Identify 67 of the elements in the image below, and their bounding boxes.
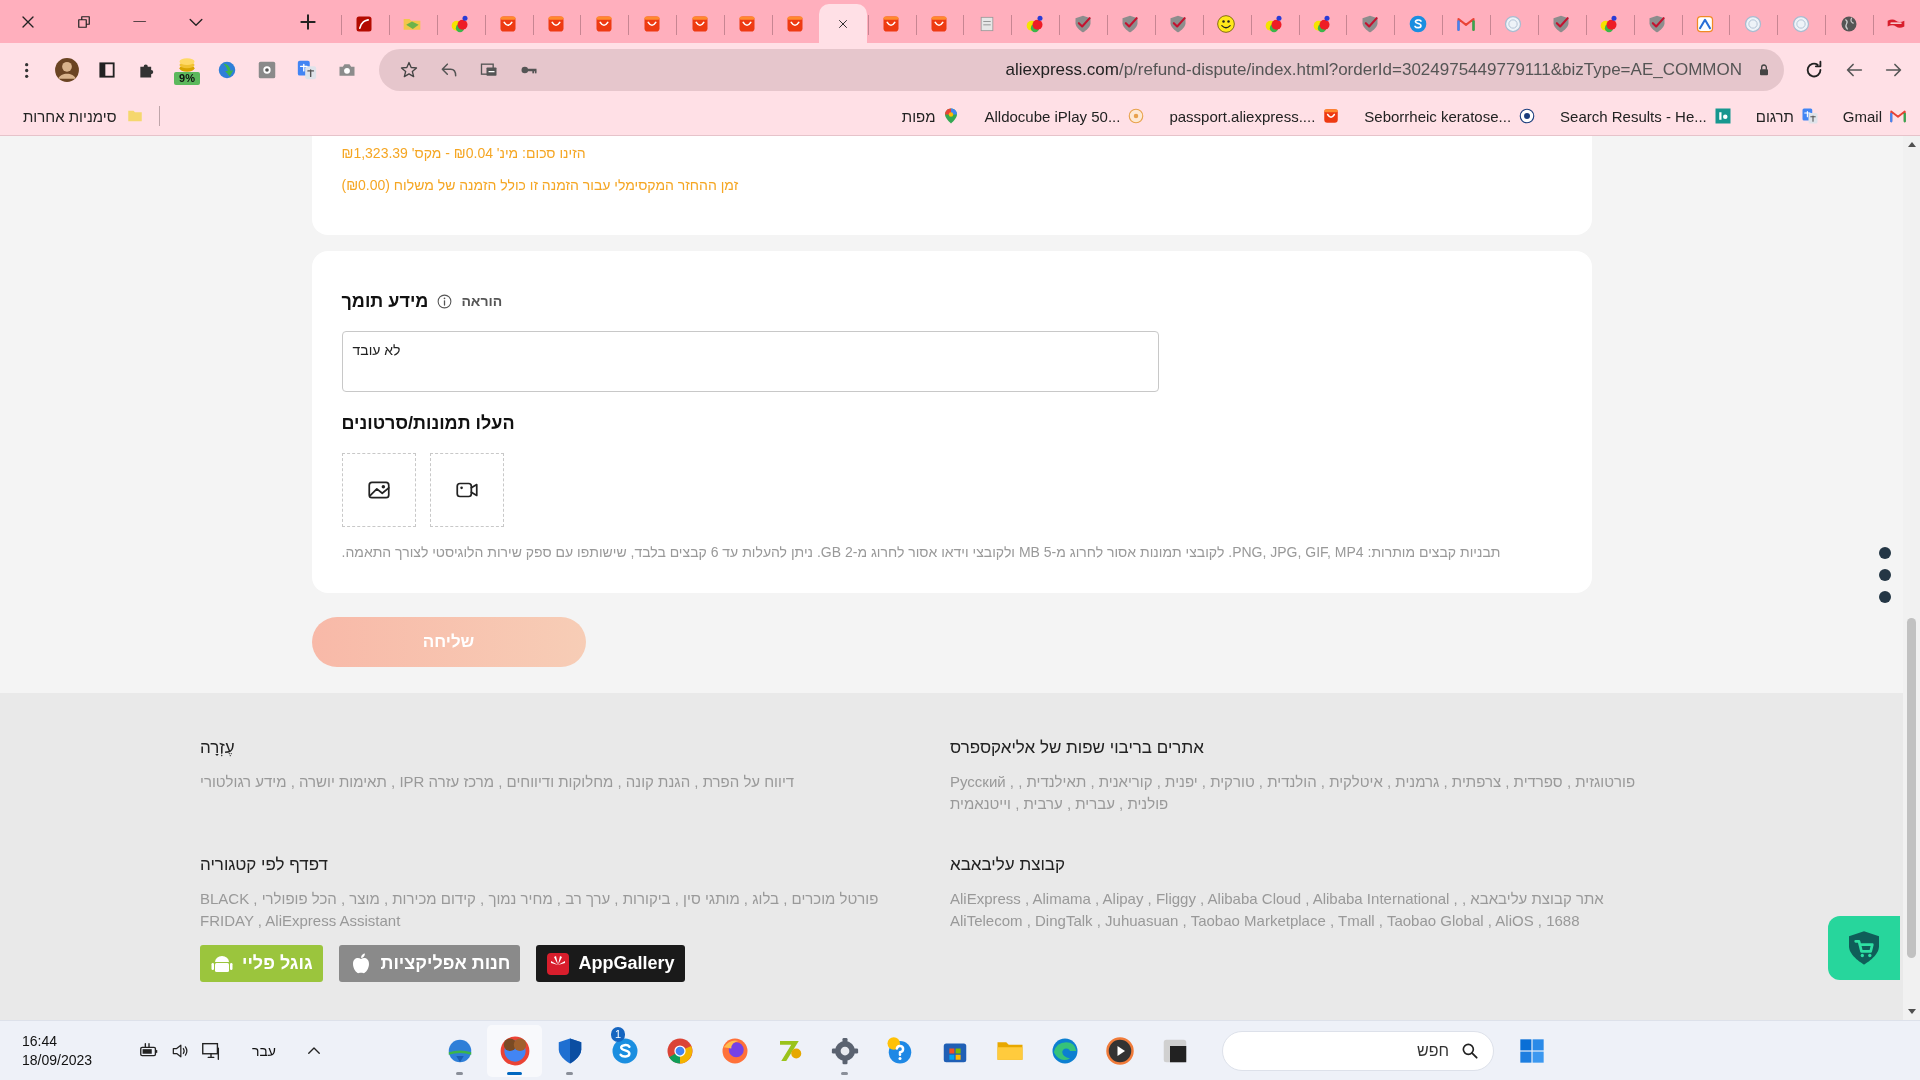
plus-icon bbox=[298, 11, 318, 32]
square-logo-icon bbox=[1713, 107, 1732, 125]
menu-icon bbox=[25, 62, 29, 78]
chat-icon bbox=[1407, 13, 1428, 34]
refund-note: זמן ההחזר המקסימלי עבור הזמנה זו כולל הזמנה של משלוח (₪0.00) bbox=[341, 176, 739, 195]
extension-button[interactable]: 9% bbox=[167, 50, 207, 90]
image-upload-button[interactable] bbox=[341, 453, 416, 527]
badge-icon bbox=[1694, 13, 1715, 34]
instruction-link[interactable]: הוראה bbox=[461, 293, 503, 309]
footer-heading: דפדף לפי קטגוריה bbox=[200, 854, 328, 876]
amount-hint: הזינו סכום: מינ' ₪0.04 - מקס' ₪1,323.39 bbox=[341, 144, 586, 163]
upload-hint: תבניות קבצים מותרות: PNG, JPG, GIF, MP4. לקובצי תמונות אסור לחרוג מ-5 MB ולקובצי וידאו אסור לחרוג מ-2 GB. ניתן להעלות עד 6 קבצים בלבד, שישותפו עם ספק שירות הלוגיסטי לצורך התאמה. bbox=[341, 543, 1501, 561]
url-text[interactable]: aliexpress.com/p/refund-dispute/index.html?orderId=3024975449779111&bizType=AE_COMMON bbox=[1005, 60, 1742, 80]
bookmark-link[interactable]: Seborrheic keratose... bbox=[1357, 101, 1544, 131]
footer-heading: עֶזְרָה bbox=[200, 737, 235, 759]
profile-icon bbox=[499, 1035, 530, 1066]
image-search-icon bbox=[256, 59, 278, 81]
bag-icon bbox=[1322, 107, 1341, 125]
smiley-icon bbox=[1216, 13, 1237, 34]
translate-icon bbox=[1800, 107, 1819, 125]
shield-icon bbox=[1551, 13, 1572, 34]
bookmark-link[interactable]: passport.aliexpress.... bbox=[1162, 101, 1348, 131]
bookmark-link[interactable]: תרגום bbox=[1748, 101, 1826, 131]
clock[interactable]: 16:44 18/09/2023 bbox=[22, 1031, 102, 1070]
bookmark-link[interactable]: Alldocube iPlay 50... bbox=[977, 101, 1153, 131]
bookmark-link[interactable]: Search Results - He... bbox=[1553, 101, 1739, 131]
seal-icon bbox=[1742, 13, 1763, 34]
cart-button[interactable] bbox=[1828, 916, 1900, 980]
share-icon bbox=[439, 60, 459, 80]
shield-icon bbox=[1647, 13, 1668, 34]
dots-icon[interactable] bbox=[1879, 547, 1891, 603]
settings-icon bbox=[829, 1035, 860, 1066]
app-download-button[interactable]: AppGallery bbox=[536, 945, 685, 982]
video-upload-button[interactable] bbox=[429, 453, 504, 527]
seal-icon bbox=[1790, 13, 1811, 34]
search-field[interactable]: חפש bbox=[1222, 1030, 1494, 1071]
dots-icon bbox=[1311, 13, 1332, 34]
sidebar-icon bbox=[97, 60, 117, 80]
minimize-icon bbox=[133, 20, 147, 23]
notification-badge: 1 bbox=[611, 1026, 626, 1042]
bookmark-link[interactable]: מפות bbox=[894, 101, 968, 131]
shield-icon bbox=[1120, 13, 1141, 34]
section-title: העלו תמונות/סרטונים bbox=[341, 412, 515, 435]
seal-icon bbox=[1518, 107, 1537, 125]
taskbar-app[interactable] bbox=[487, 1024, 542, 1077]
dots-icon bbox=[1024, 13, 1045, 34]
description-field[interactable]: לא עובד bbox=[341, 331, 1159, 392]
language-indicator[interactable]: עבר bbox=[252, 1042, 276, 1059]
address-bar[interactable]: aliexpress.com/p/refund-dispute/index.html?orderId=3024975449779111&bizType=AE_COMMON bbox=[379, 49, 1784, 91]
section-title: מידע תומך bbox=[341, 290, 429, 313]
coin-icon bbox=[1127, 107, 1146, 125]
star-icon bbox=[399, 60, 419, 80]
windows-icon bbox=[1518, 1036, 1546, 1065]
taskbar-app[interactable]: 1 bbox=[597, 1024, 652, 1077]
bookmarks-folder[interactable]: סימניות אחרות bbox=[16, 101, 152, 131]
extension-badge: 9% bbox=[174, 72, 200, 85]
seal-icon bbox=[1503, 13, 1524, 34]
shield-icon bbox=[1168, 13, 1189, 34]
bookmark-link[interactable]: Gmail bbox=[1835, 101, 1914, 131]
coins-icon bbox=[177, 55, 197, 75]
translate-icon bbox=[296, 59, 318, 81]
footer-heading: קבוצת עליבאבא bbox=[950, 854, 1065, 876]
footer-heading: אתרים בריבוי שפות של אליאקספרס bbox=[950, 737, 1204, 759]
play-icon bbox=[1104, 1035, 1135, 1066]
flower-logo-icon bbox=[546, 951, 571, 976]
avatar-icon bbox=[54, 57, 80, 83]
info-icon bbox=[436, 292, 454, 310]
